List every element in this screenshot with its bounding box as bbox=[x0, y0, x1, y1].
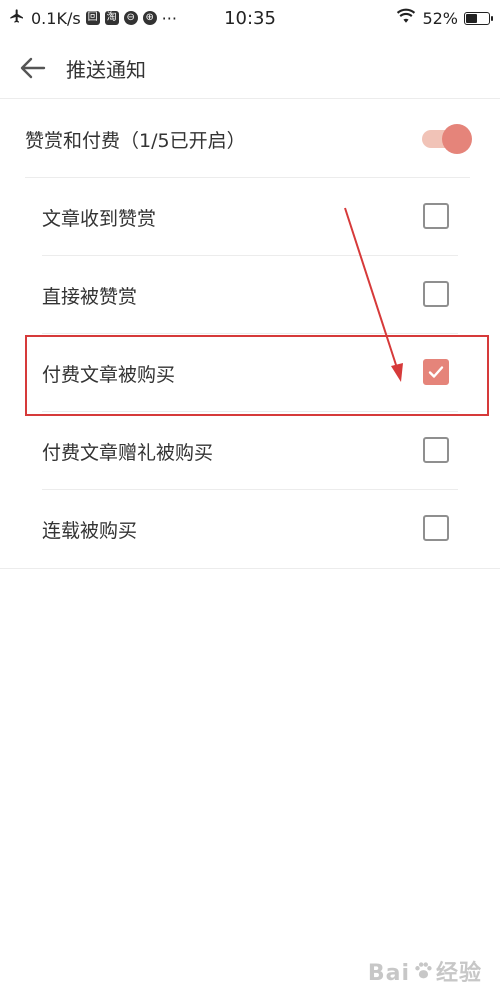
baidu-jingyan-watermark: Bai 经验 bbox=[368, 955, 482, 988]
battery-fill bbox=[466, 13, 477, 23]
item-label: 直接被赞赏 bbox=[42, 286, 138, 308]
switch-knob bbox=[442, 124, 472, 154]
reward-payment-switch[interactable] bbox=[420, 124, 472, 154]
checkbox-article-rewarded[interactable] bbox=[423, 203, 449, 229]
back-button[interactable] bbox=[14, 50, 50, 86]
list-item-direct-rewarded[interactable]: 直接被赞赏 bbox=[0, 256, 500, 334]
arrow-left-icon bbox=[20, 57, 46, 79]
checkbox-serial-purchased[interactable] bbox=[423, 515, 449, 541]
paw-icon bbox=[412, 960, 434, 988]
list-item-paid-article-gift-purchased[interactable]: 付费文章赠礼被购买 bbox=[0, 412, 500, 490]
item-label: 连载被购买 bbox=[42, 520, 138, 542]
status-bar: 0.1K/s 回 淘 ⊖ ⊕ ··· 10:35 52% bbox=[0, 0, 500, 36]
watermark-text-left: Bai bbox=[367, 961, 410, 986]
wifi-icon bbox=[396, 8, 416, 28]
battery-percent: 52% bbox=[422, 8, 458, 28]
item-label: 文章收到赞赏 bbox=[42, 208, 157, 230]
checkbox-direct-rewarded[interactable] bbox=[423, 281, 449, 307]
status-right: 52% bbox=[396, 8, 493, 28]
list-item-serial-purchased[interactable]: 连载被购买 bbox=[0, 490, 500, 568]
item-label: 付费文章赠礼被购买 bbox=[42, 442, 214, 464]
list-item-article-rewarded[interactable]: 文章收到赞赏 bbox=[0, 178, 500, 256]
watermark-text-right: 经验 bbox=[435, 961, 482, 986]
app-header: 推送通知 bbox=[0, 36, 500, 99]
reward-payment-toggle-row[interactable]: 赞赏和付费（1/5已开启） bbox=[0, 100, 500, 178]
page-title: 推送通知 bbox=[66, 58, 146, 82]
list-bottom-divider bbox=[0, 568, 500, 569]
annotation-highlight-box bbox=[25, 335, 489, 416]
toggle-row-label: 赞赏和付费（1/5已开启） bbox=[25, 130, 246, 152]
checkbox-paid-article-gift-purchased[interactable] bbox=[423, 437, 449, 463]
battery-icon bbox=[464, 11, 493, 25]
